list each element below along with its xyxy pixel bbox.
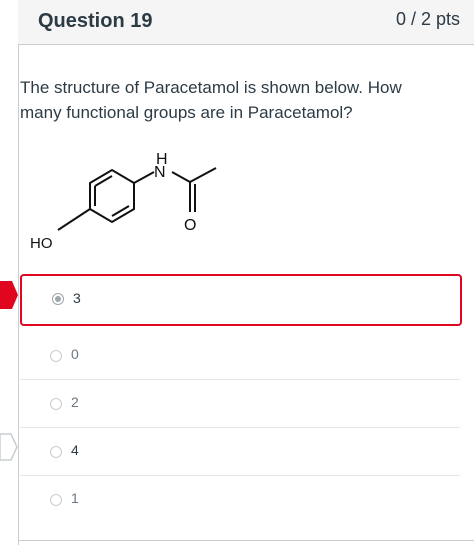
- n-label: N: [154, 164, 166, 181]
- correct-answer-arrow-icon: [0, 433, 18, 461]
- answer-option-2[interactable]: 2: [20, 380, 460, 428]
- question-header: Question 19 0 / 2 pts: [18, 0, 474, 45]
- answer-label: 0: [71, 346, 79, 362]
- ho-label: HO: [30, 235, 53, 252]
- answer-option-3[interactable]: 3: [20, 274, 462, 326]
- footer-divider: [18, 540, 474, 546]
- answer-label: 3: [73, 290, 81, 306]
- radio-button-selected[interactable]: [52, 293, 64, 305]
- answer-label: 2: [71, 394, 79, 410]
- radio-button[interactable]: [50, 446, 62, 458]
- answer-option-4[interactable]: 4: [20, 428, 460, 476]
- answer-option-0[interactable]: 0: [20, 332, 460, 380]
- answer-option-1[interactable]: 1: [20, 476, 460, 523]
- radio-button[interactable]: [50, 494, 62, 506]
- o-label: O: [184, 217, 196, 234]
- answer-label: 1: [71, 490, 79, 506]
- incorrect-answer-arrow-icon: [0, 281, 18, 309]
- question-text: The structure of Paracetamol is shown be…: [20, 78, 402, 122]
- question-points: 0 / 2 pts: [395, 9, 460, 29]
- radio-button[interactable]: [50, 350, 62, 362]
- benzene-ring: [89, 168, 135, 224]
- answer-label: 4: [71, 442, 79, 458]
- paracetamol-structure: HO H N O: [30, 151, 217, 252]
- radio-button[interactable]: [50, 398, 62, 410]
- question-title: Question 19: [38, 10, 153, 32]
